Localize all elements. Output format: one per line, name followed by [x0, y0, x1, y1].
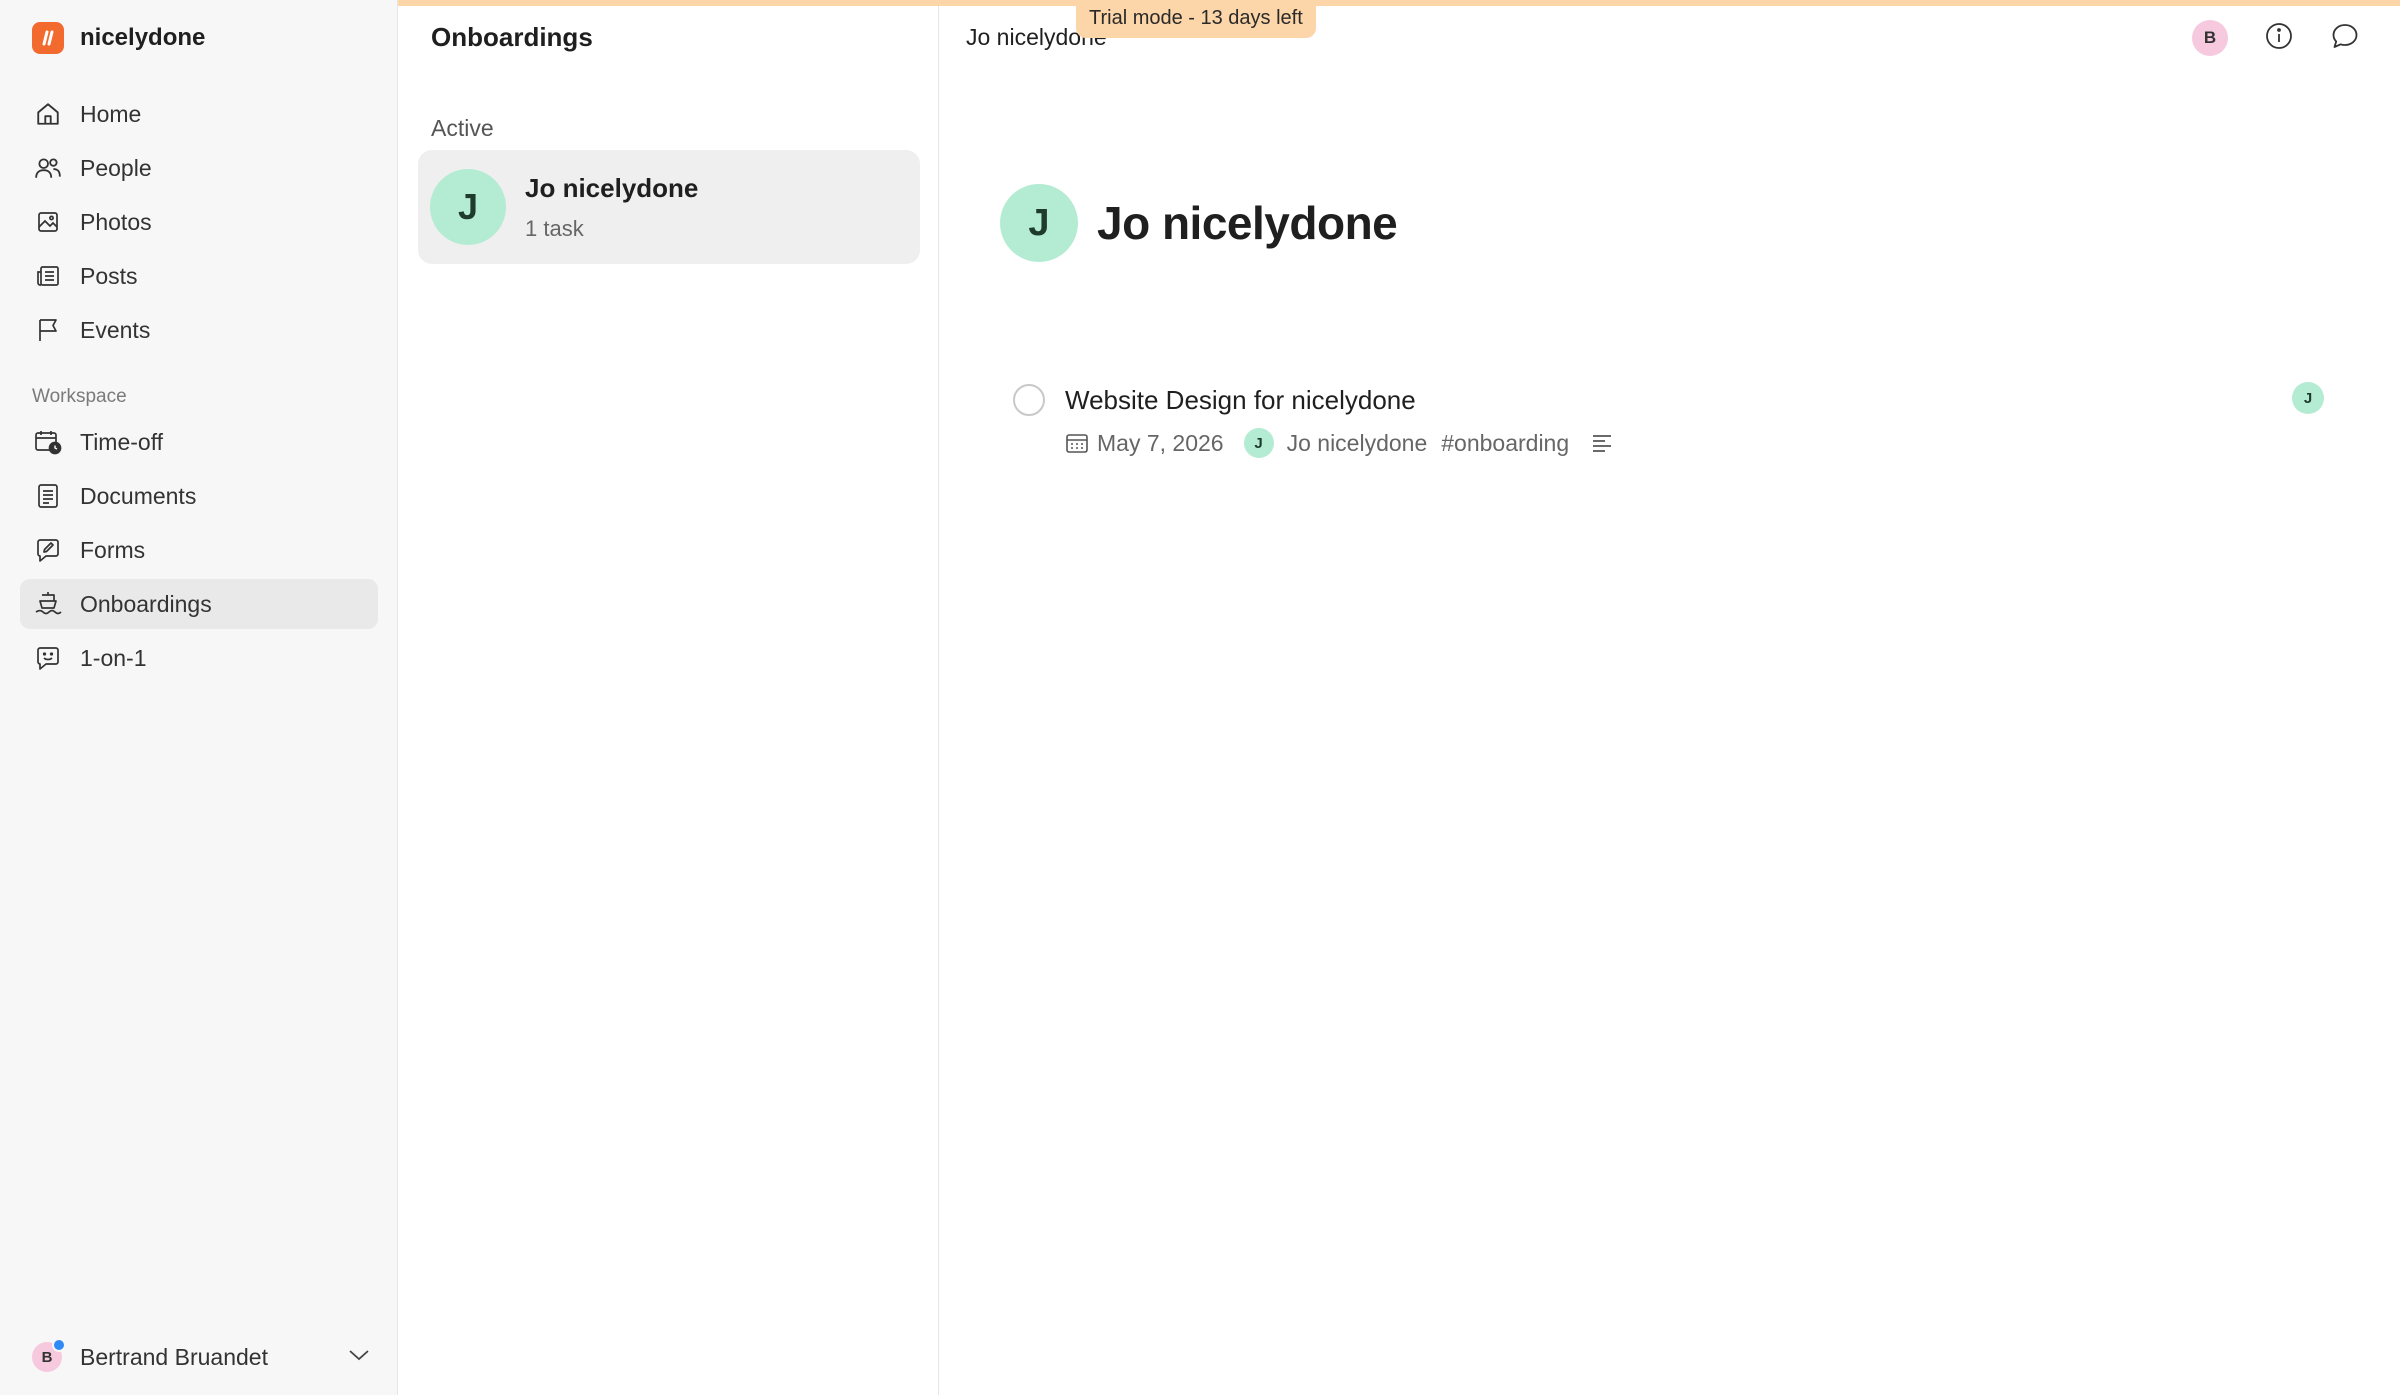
sidebar-item-events[interactable]: Events — [20, 305, 378, 355]
sidebar: nicelydone Home People Photos Posts Even… — [0, 0, 398, 1395]
sidebar-item-label: Photos — [80, 208, 152, 235]
task-assignee-name[interactable]: Jo nicelydone — [1287, 430, 1428, 457]
avatar[interactable]: B — [2192, 20, 2228, 56]
sidebar-item-onboardings[interactable]: Onboardings — [20, 579, 378, 629]
sidebar-item-1-on-1[interactable]: 1-on-1 — [20, 633, 378, 683]
onboardings-list-panel: Onboardings Active J Jo nicelydone 1 tas… — [399, 0, 939, 1395]
comment-icon[interactable] — [2330, 21, 2360, 56]
brand[interactable]: nicelydone — [32, 22, 205, 54]
task-due-date[interactable]: May 7, 2026 — [1097, 430, 1224, 457]
list-item-subtitle: 1 task — [525, 215, 584, 241]
brand-logo-icon — [32, 22, 64, 54]
sidebar-item-label: Onboardings — [80, 590, 212, 617]
avatar-initial: B — [41, 1348, 53, 1366]
sidebar-item-people[interactable]: People — [20, 143, 378, 193]
avatar: J — [1243, 428, 1274, 458]
calendar-clock-icon — [33, 427, 63, 457]
list-item-text: Jo nicelydone 1 task — [525, 173, 698, 242]
sidebar-item-label: Home — [80, 100, 142, 127]
sidebar-item-label: Time-off — [80, 428, 164, 455]
header-actions: B — [2192, 20, 2360, 56]
sidebar-item-home[interactable]: Home — [20, 89, 378, 139]
workspace-section-label: Workspace — [32, 386, 127, 407]
sidebar-item-forms[interactable]: Forms — [20, 525, 378, 575]
list-item-name: Jo nicelydone — [525, 172, 699, 203]
people-icon — [33, 153, 63, 183]
sidebar-item-label: Posts — [80, 262, 138, 289]
chevron-down-icon[interactable] — [348, 1348, 370, 1367]
newspaper-icon — [33, 261, 63, 291]
description-icon — [1591, 433, 1613, 453]
calendar-icon — [1065, 432, 1089, 454]
detail-panel: Jo nicelydone B J Jo nicelydone Website … — [940, 0, 2400, 1395]
sidebar-item-label: Events — [80, 316, 151, 343]
avatar-initial: J — [457, 186, 479, 227]
brand-name: nicelydone — [80, 24, 206, 51]
notification-dot — [52, 1338, 66, 1352]
sidebar-item-label: Documents — [80, 482, 197, 509]
sidebar-item-time-off[interactable]: Time-off — [20, 417, 378, 467]
user-name: Bertrand Bruandet — [80, 1343, 268, 1370]
sidebar-item-label: Forms — [80, 536, 146, 563]
avatar-initial: J — [1254, 434, 1263, 452]
task-checkbox[interactable] — [1013, 384, 1045, 416]
list-item[interactable]: J Jo nicelydone 1 task — [418, 150, 920, 264]
document-icon — [33, 481, 63, 511]
avatar: J — [1000, 184, 1078, 262]
avatar[interactable]: J — [2292, 382, 2324, 414]
user-menu[interactable]: B Bertrand Bruandet — [32, 1338, 370, 1374]
trial-bar — [398, 0, 2400, 6]
list-section-label: Active — [431, 115, 494, 141]
avatar: B — [32, 1338, 66, 1372]
task-title[interactable]: Website Design for nicelydone — [1065, 385, 1416, 416]
avatar-initial: J — [2303, 389, 2313, 407]
panel-title: Onboardings — [431, 22, 593, 52]
task-tag[interactable]: #onboarding — [1441, 430, 1569, 457]
avatar-initial: J — [1028, 201, 1050, 244]
photo-icon — [33, 207, 63, 237]
boat-icon — [33, 589, 63, 619]
profile-header: J Jo nicelydone — [1000, 184, 1398, 262]
flag-icon — [33, 315, 63, 345]
task-meta: May 7, 2026 J Jo nicelydone #onboarding — [1065, 428, 1613, 458]
task-row[interactable]: Website Design for nicelydone May 7, 202… — [1013, 382, 2324, 462]
chat-face-icon — [33, 643, 63, 673]
avatar: J — [430, 169, 506, 245]
sidebar-item-photos[interactable]: Photos — [20, 197, 378, 247]
sidebar-item-documents[interactable]: Documents — [20, 471, 378, 521]
page-title: Jo nicelydone — [1097, 197, 1398, 249]
form-icon — [33, 535, 63, 565]
sidebar-item-label: People — [80, 154, 152, 181]
home-icon — [33, 99, 63, 129]
sidebar-item-label: 1-on-1 — [80, 644, 147, 671]
trial-badge[interactable]: Trial mode - 13 days left — [1076, 0, 1316, 38]
sidebar-item-posts[interactable]: Posts — [20, 251, 378, 301]
info-icon[interactable] — [2264, 21, 2294, 56]
avatar-initial: B — [2203, 28, 2217, 47]
